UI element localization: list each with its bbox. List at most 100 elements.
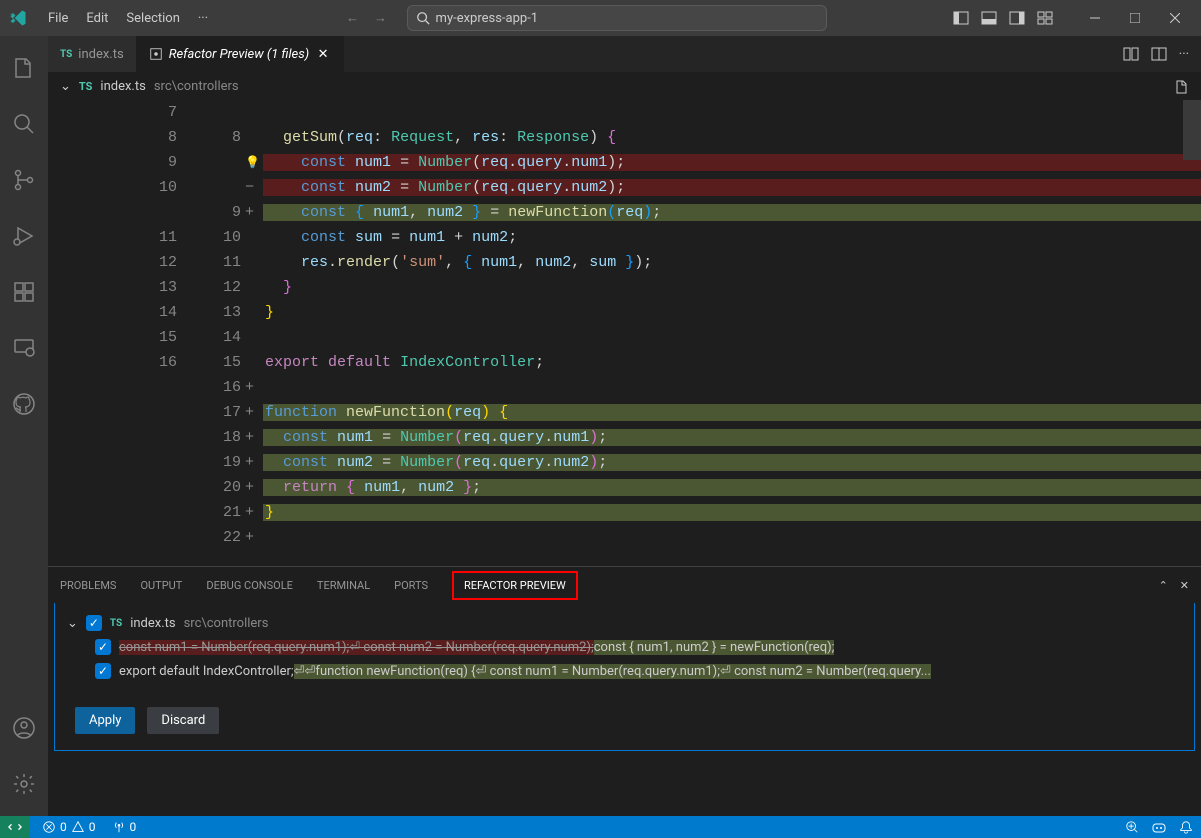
- panel-tab-ports[interactable]: PORTS: [394, 571, 428, 600]
- code-line[interactable]: 7: [48, 100, 1201, 125]
- code-line[interactable]: 1110 const sum = num1 + num2;: [48, 225, 1201, 250]
- code-line[interactable]: 1514: [48, 325, 1201, 350]
- tab-close-button[interactable]: ✕: [315, 46, 331, 62]
- layout-left-icon[interactable]: [953, 10, 969, 26]
- panel-close-icon[interactable]: ✕: [1180, 579, 1189, 592]
- status-copilot[interactable]: [1147, 819, 1171, 835]
- checkbox[interactable]: ✓: [95, 663, 111, 679]
- activity-accounts[interactable]: [0, 704, 48, 752]
- refactor-preview-content: ⌄ ✓ TS index.ts src\controllers ✓ const …: [55, 603, 1194, 691]
- activity-source-control[interactable]: [0, 156, 48, 204]
- menu-bar: File Edit Selection ···: [40, 7, 216, 30]
- refactor-file-path: src\controllers: [184, 616, 269, 631]
- breadcrumb: ⌄ TS index.ts src\controllers: [48, 72, 1201, 100]
- refactor-change-item[interactable]: ✓ export default IndexController;⏎⏎funct…: [67, 659, 1182, 683]
- menu-edit[interactable]: Edit: [78, 7, 116, 30]
- discard-button[interactable]: Discard: [147, 707, 219, 734]
- tab-label: index.ts: [78, 47, 123, 62]
- panel-tab-terminal[interactable]: TERMINAL: [317, 571, 370, 600]
- code-line[interactable]: 1413}: [48, 300, 1201, 325]
- status-problems[interactable]: 0 0: [38, 820, 100, 834]
- status-bar: 0 0 0: [0, 816, 1201, 838]
- panel-tab-output[interactable]: OUTPUT: [140, 571, 182, 600]
- panel-tabs: PROBLEMS OUTPUT DEBUG CONSOLE TERMINAL P…: [48, 567, 1201, 603]
- split-editor-icon[interactable]: [1151, 46, 1167, 62]
- apply-button[interactable]: Apply: [75, 707, 135, 734]
- menu-selection[interactable]: Selection: [118, 7, 187, 30]
- code-line[interactable]: 10− const num2 = Number(req.query.num2);: [48, 175, 1201, 200]
- menu-file[interactable]: File: [40, 7, 76, 30]
- code-line[interactable]: 17+function newFunction(req) {: [48, 400, 1201, 425]
- refactor-file-name: index.ts: [130, 616, 175, 631]
- activity-explorer[interactable]: [0, 44, 48, 92]
- code-line[interactable]: 16+: [48, 375, 1201, 400]
- radio-tower-icon: [112, 820, 126, 834]
- menu-overflow[interactable]: ···: [190, 7, 216, 30]
- command-center[interactable]: my-express-app-1: [407, 5, 827, 31]
- code-line[interactable]: 22+: [48, 525, 1201, 550]
- checkbox[interactable]: ✓: [95, 639, 111, 655]
- nav-back-button[interactable]: ←: [343, 8, 363, 28]
- breadcrumb-file[interactable]: index.ts: [100, 79, 145, 94]
- code-line[interactable]: 9+ const { num1, num2 } = newFunction(re…: [48, 200, 1201, 225]
- code-line[interactable]: 88 getSum(req: Request, res: Response) {: [48, 125, 1201, 150]
- tab-label: Refactor Preview (1 files): [169, 47, 309, 62]
- activity-remote-explorer[interactable]: [0, 324, 48, 372]
- layout-right-icon[interactable]: [1009, 10, 1025, 26]
- copilot-icon: [1151, 819, 1167, 835]
- tab-refactor-preview[interactable]: Refactor Preview (1 files) ✕: [137, 36, 344, 72]
- code-line[interactable]: 1312 }: [48, 275, 1201, 300]
- editor-tabs: TS index.ts Refactor Preview (1 files) ✕…: [48, 36, 1201, 72]
- panel-tab-refactor-preview[interactable]: REFACTOR PREVIEW: [452, 571, 578, 600]
- error-icon: [42, 820, 56, 834]
- layout-bottom-icon[interactable]: [981, 10, 997, 26]
- layout-custom-icon[interactable]: [1037, 10, 1053, 26]
- refactor-file-header[interactable]: ⌄ ✓ TS index.ts src\controllers: [67, 611, 1182, 635]
- chevron-down-icon[interactable]: ⌄: [67, 616, 78, 631]
- file-action-icon[interactable]: [1173, 79, 1189, 95]
- warning-icon: [71, 820, 85, 834]
- code-line[interactable]: 19+ const num2 = Number(req.query.num2);: [48, 450, 1201, 475]
- code-line[interactable]: 20+ return { num1, num2 };: [48, 475, 1201, 500]
- code-line[interactable]: 1615export default IndexController;: [48, 350, 1201, 375]
- more-actions-icon[interactable]: ···: [1179, 47, 1189, 62]
- code-line[interactable]: 21+}: [48, 500, 1201, 525]
- diff-icon[interactable]: [1123, 46, 1139, 62]
- chevron-down-icon[interactable]: ⌄: [60, 79, 71, 94]
- window-maximize-button[interactable]: [1117, 4, 1153, 32]
- vscode-logo-icon: [8, 8, 28, 28]
- status-zoom[interactable]: [1121, 819, 1143, 835]
- window-minimize-button[interactable]: [1077, 4, 1113, 32]
- code-line[interactable]: 18+ const num1 = Number(req.query.num1);: [48, 425, 1201, 450]
- code-editor[interactable]: 788 getSum(req: Request, res: Response) …: [48, 100, 1201, 566]
- checkbox[interactable]: ✓: [86, 615, 102, 631]
- status-ports[interactable]: 0: [108, 820, 141, 834]
- minimap[interactable]: [1183, 100, 1201, 160]
- remote-indicator[interactable]: [0, 816, 30, 838]
- zoom-icon: [1125, 820, 1139, 834]
- window-close-button[interactable]: [1157, 4, 1193, 32]
- bottom-panel: PROBLEMS OUTPUT DEBUG CONSOLE TERMINAL P…: [48, 566, 1201, 816]
- title-bar: File Edit Selection ··· ← → my-express-a…: [0, 0, 1201, 36]
- nav-forward-button[interactable]: →: [371, 8, 391, 28]
- refactor-change-item[interactable]: ✓ const num1 = Number(req.query.num1);⏎ …: [67, 635, 1182, 659]
- activity-extensions[interactable]: [0, 268, 48, 316]
- command-center-text: my-express-app-1: [436, 11, 539, 26]
- activity-search[interactable]: [0, 100, 48, 148]
- activity-bar: [0, 36, 48, 816]
- panel-tab-problems[interactable]: PROBLEMS: [60, 571, 116, 600]
- panel-chevron-up-icon[interactable]: ⌃: [1159, 579, 1168, 592]
- activity-settings[interactable]: [0, 760, 48, 808]
- activity-debug[interactable]: [0, 212, 48, 260]
- status-notifications[interactable]: [1175, 819, 1197, 835]
- panel-tab-debug-console[interactable]: DEBUG CONSOLE: [206, 571, 293, 600]
- remote-icon: [8, 820, 22, 834]
- typescript-icon: TS: [60, 49, 72, 60]
- typescript-icon: TS: [110, 618, 122, 629]
- code-line[interactable]: 9💡 const num1 = Number(req.query.num1);: [48, 150, 1201, 175]
- code-line[interactable]: 1211 res.render('sum', { num1, num2, sum…: [48, 250, 1201, 275]
- activity-github[interactable]: [0, 380, 48, 428]
- tab-index-ts[interactable]: TS index.ts: [48, 36, 137, 72]
- breadcrumb-path: src\controllers: [154, 79, 239, 94]
- search-icon: [416, 11, 430, 25]
